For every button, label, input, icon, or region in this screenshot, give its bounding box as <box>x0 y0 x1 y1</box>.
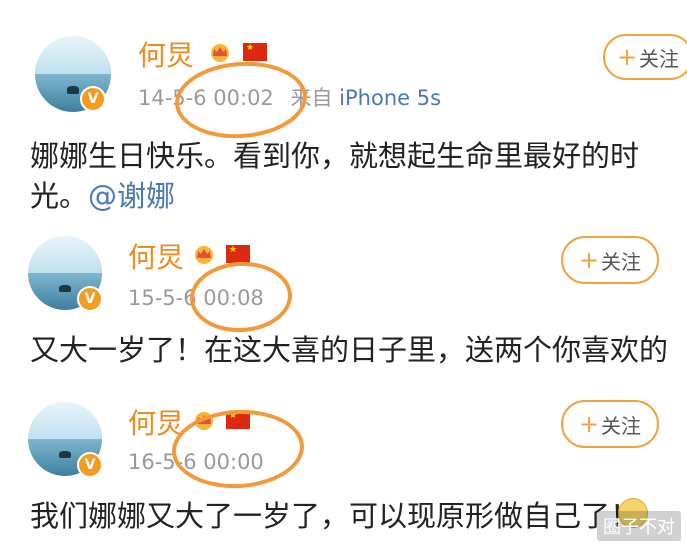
annotation-circle <box>170 406 306 492</box>
follow-label: 关注 <box>601 413 642 438</box>
author-name[interactable]: 何炅 <box>128 410 184 438</box>
weibo-post-3: V 何炅 ★ 16-5-6 00:00 + 关注 我们娜娜又大了一岁了，可以现原… <box>0 0 687 547</box>
verified-badge-icon: V <box>77 452 103 478</box>
post-text: 我们娜娜又大了一岁了，可以现原形做自己了！ <box>30 499 640 533</box>
plus-icon: + <box>578 410 600 438</box>
watermark: 圈子不对 <box>597 511 681 541</box>
follow-button[interactable]: + 关注 <box>561 400 659 448</box>
